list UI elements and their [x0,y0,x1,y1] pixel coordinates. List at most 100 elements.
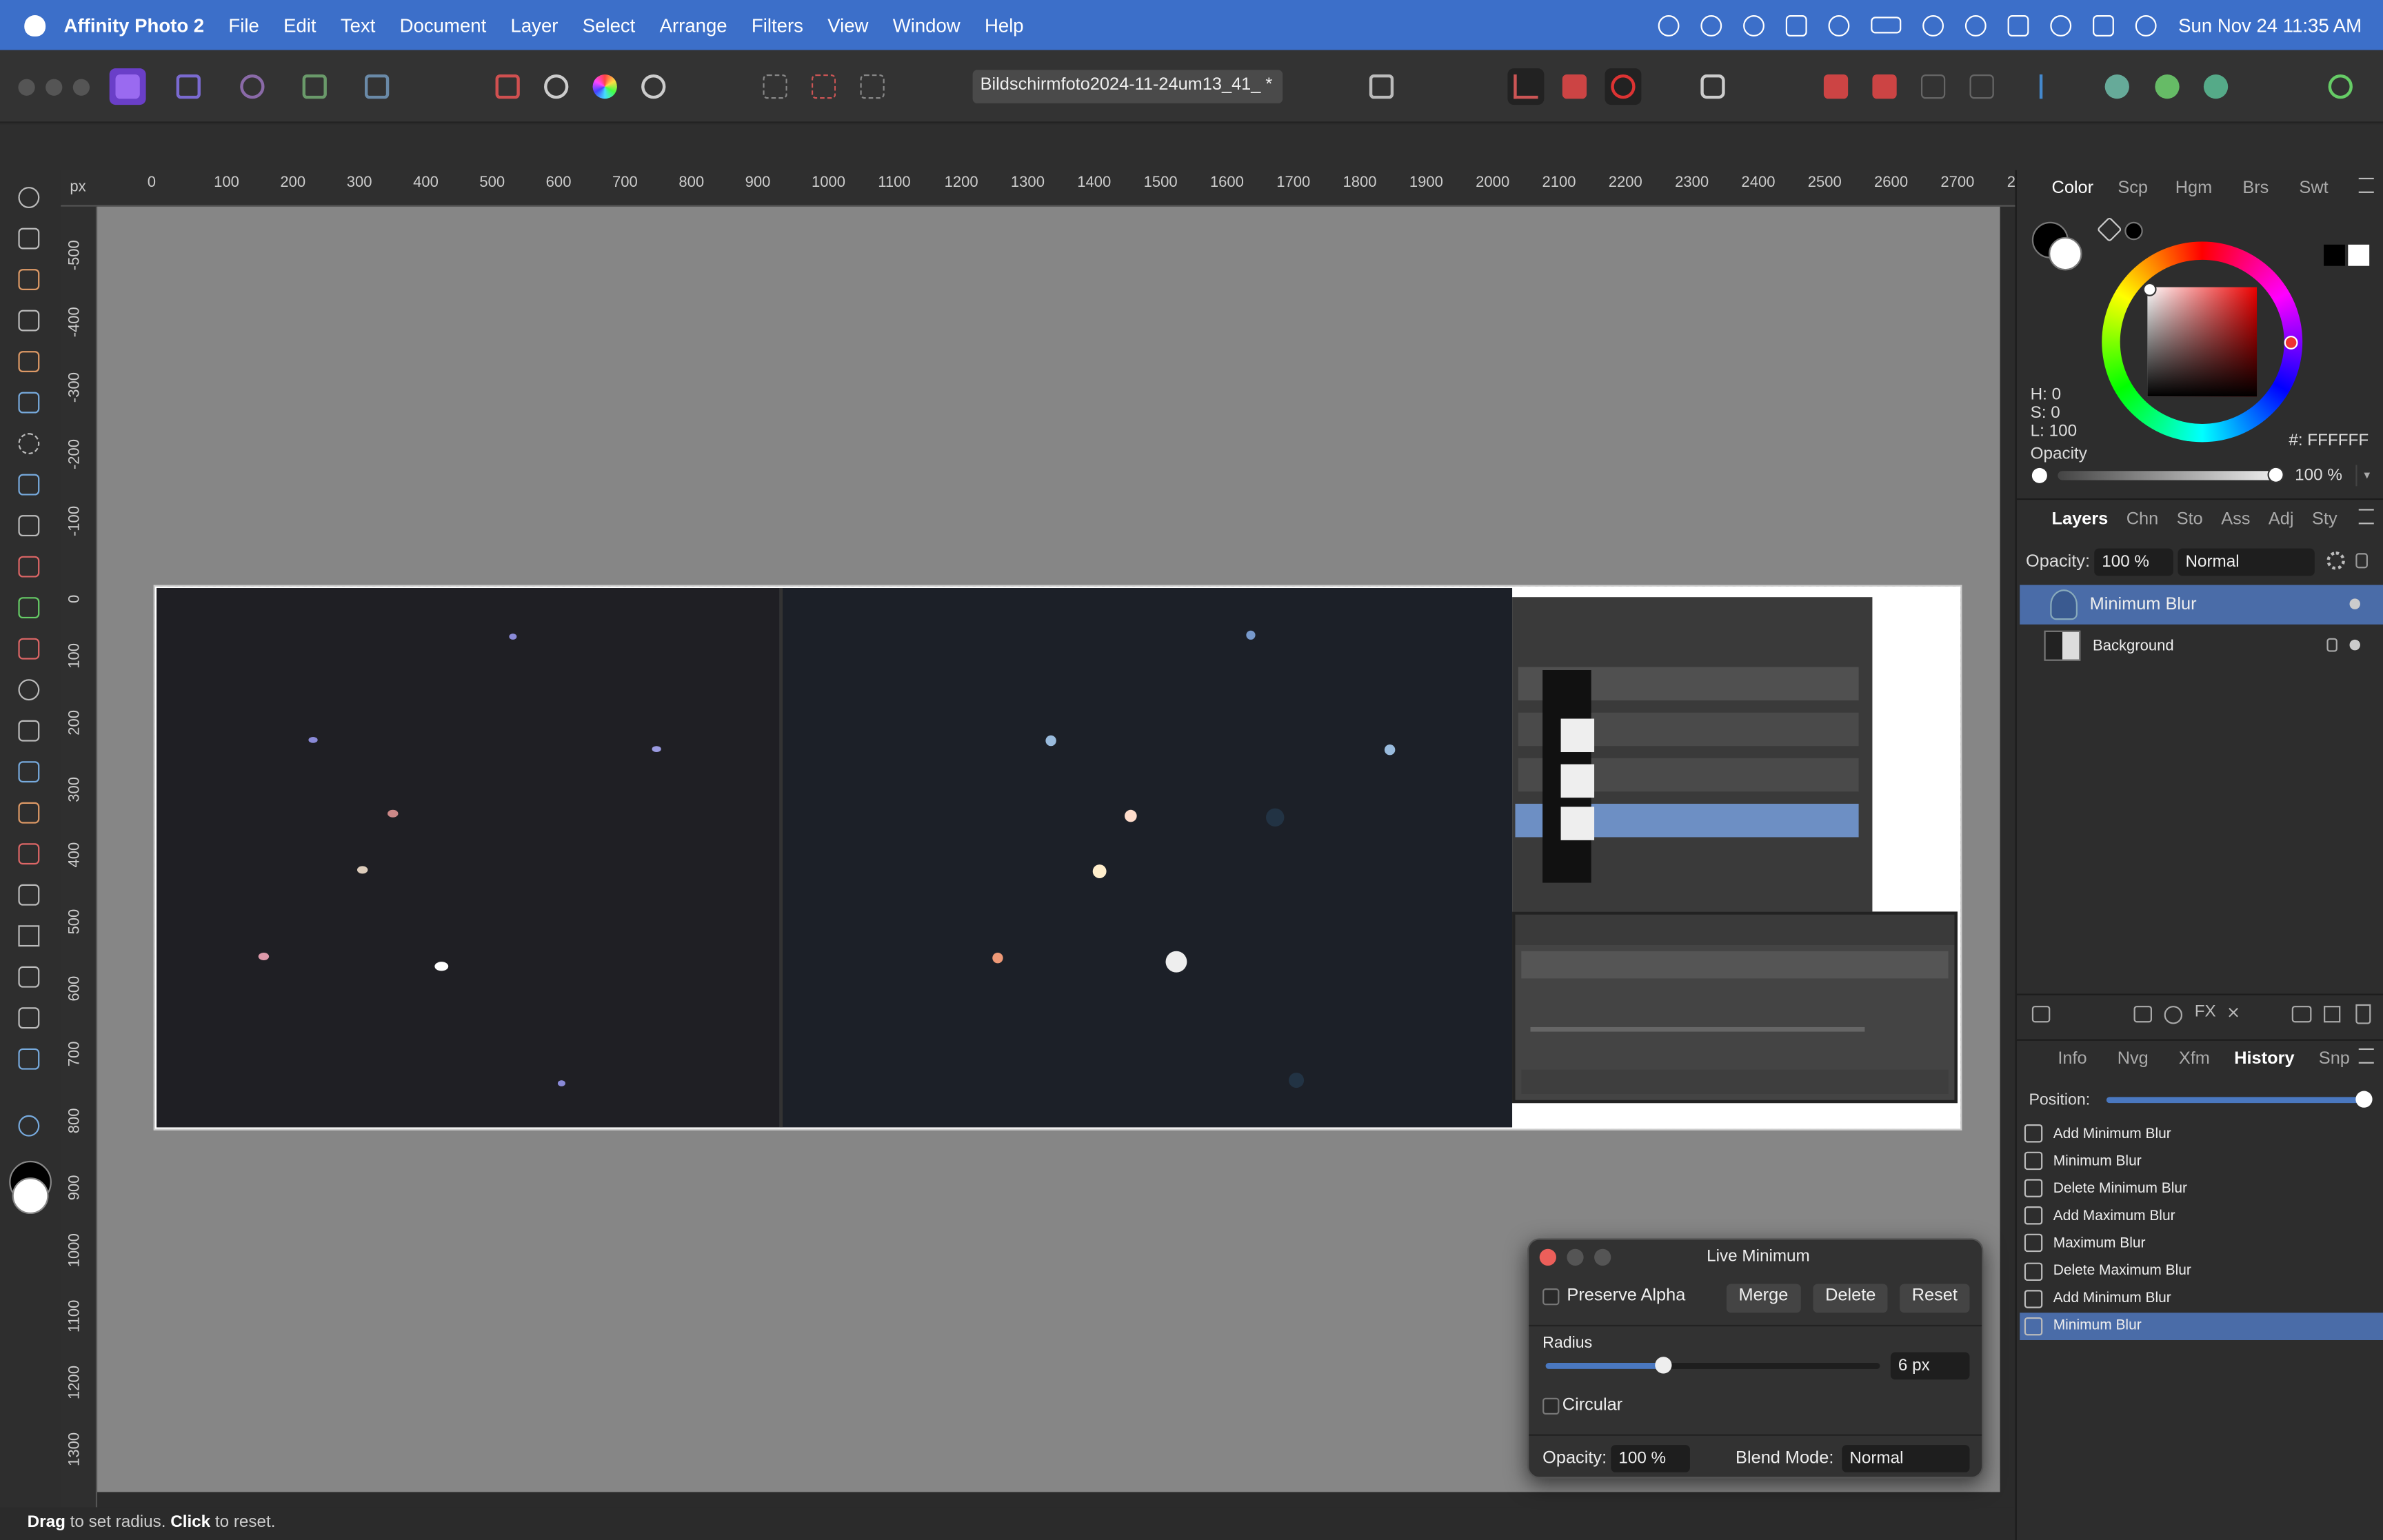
selection-mode-button[interactable] [757,68,794,105]
window-close-button[interactable] [18,79,35,96]
node-tool[interactable] [15,881,43,909]
menu-document[interactable]: Document [400,14,487,36]
crop-tool[interactable] [15,307,43,334]
clock-text[interactable]: Sun Nov 24 11:35 AM [2178,14,2362,36]
color-opacity-dropdown-icon[interactable]: ▾ [2355,465,2377,487]
menu-view[interactable]: View [827,14,868,36]
spotlight-search-icon[interactable] [2050,14,2072,36]
radius-slider-handle[interactable] [1655,1357,1672,1374]
tone-mapping-persona-button[interactable] [296,68,333,105]
menu-arrange[interactable]: Arrange [660,14,727,36]
tab-brushes[interactable]: Brs [2242,179,2269,197]
menu-select[interactable]: Select [583,14,636,36]
radius-field[interactable]: 6 px [1890,1352,1970,1380]
history-entry[interactable]: Maximum Blur [2020,1230,2383,1257]
document-tab[interactable]: Bildschirmfoto2024-11-24um13_41_ * [972,70,1283,103]
history-entry[interactable]: Minimum Blur [2020,1312,2383,1340]
tab-info[interactable]: Info [2058,1050,2087,1068]
tab-assets[interactable]: Ass [2221,511,2250,529]
status-clock-icon[interactable] [1829,14,1851,36]
menu-layer[interactable]: Layer [511,14,559,36]
history-position-slider[interactable] [2106,1091,2373,1108]
hue-handle[interactable] [2284,336,2298,349]
menu-edit[interactable]: Edit [283,14,316,36]
menu-window[interactable]: Window [893,14,961,36]
selection-brush-tool[interactable] [15,348,43,376]
move-by-whole-pixels-button[interactable] [1605,68,1642,105]
color-opacity-slider-handle[interactable] [2267,466,2284,483]
trash-icon[interactable] [2355,1004,2371,1024]
vertical-ruler[interactable]: -500 -400 -300 -200 -100 0 100 200 300 400 500 600 7… [61,206,98,1508]
history-position-handle[interactable] [2355,1091,2373,1108]
tab-navigator[interactable]: Nvg [2118,1050,2149,1068]
black-swatch[interactable] [2324,244,2345,266]
arrange-back-button[interactable] [1915,68,1951,105]
rectangle-tool[interactable] [15,922,43,950]
visibility-dot-icon[interactable] [2349,639,2360,651]
photo-persona-button[interactable] [109,68,146,105]
boolean-intersect-button[interactable] [2198,68,2234,105]
place-image-tool[interactable] [15,1045,43,1073]
dialog-zoom-button[interactable] [1594,1248,1611,1266]
tab-histogram[interactable]: Hgm [2175,179,2213,197]
picked-color-swatch[interactable] [2124,221,2143,241]
arrange-forward-button[interactable] [1867,68,1903,105]
status-heart-icon[interactable] [1701,14,1722,36]
tab-swatches-scope[interactable]: Scp [2118,179,2148,197]
layer-blend-mode-select[interactable]: Normal [2178,548,2315,576]
arrange-backward-button[interactable] [1964,68,2000,105]
auto-white-balance-button[interactable] [635,68,672,105]
saturation-lightness-square[interactable] [2147,287,2258,397]
flood-select-tool[interactable] [15,389,43,416]
live-filter-icon[interactable]: ⨯ [2226,1003,2240,1022]
mask-layer-icon[interactable] [2133,1006,2152,1023]
status-app-icon[interactable] [1658,14,1680,36]
auto-colors-button[interactable] [587,68,623,105]
secondary-color-swatch[interactable] [12,1177,49,1215]
history-entry[interactable]: Delete Maximum Blur [2020,1257,2383,1285]
color-picker-tool[interactable] [15,266,43,294]
user-account-button[interactable] [2322,68,2359,105]
menu-help[interactable]: Help [985,14,1024,36]
lock-icon[interactable] [2355,553,2368,569]
zoom-tool[interactable] [15,1112,43,1139]
dialog-minimize-button[interactable] [1567,1248,1584,1266]
layer-row-background[interactable]: Background [2020,626,2383,665]
color-opacity-value[interactable]: 100 % [2295,467,2342,485]
assistant-button[interactable] [1695,68,1731,105]
liquify-persona-button[interactable] [170,68,207,105]
group-folder-icon[interactable] [2291,1006,2312,1023]
document-page[interactable] [153,585,1962,1131]
move-tool[interactable] [15,225,43,252]
align-button[interactable] [2033,68,2070,105]
color-opacity-slider[interactable] [2058,466,2284,483]
dialog-close-button[interactable] [1539,1248,1556,1266]
blur-brush-tool[interactable] [15,758,43,786]
dialog-blend-mode-select[interactable]: Normal [1842,1445,1970,1472]
tab-transform[interactable]: Xfm [2179,1050,2210,1068]
flood-fill-tool[interactable] [15,471,43,498]
battery-icon[interactable] [1871,17,1902,34]
fx-icon[interactable]: FX [2195,1003,2216,1021]
export-persona-button[interactable] [359,68,395,105]
status-info-icon[interactable] [1743,14,1765,36]
radius-slider[interactable] [1545,1357,1880,1374]
menu-file[interactable]: File [228,14,259,36]
clone-brush-tool[interactable] [15,717,43,744]
panel-menu-icon[interactable] [2358,177,2374,193]
tab-adjustments[interactable]: Adj [2269,511,2294,529]
erase-brush-tool[interactable] [15,635,43,662]
user-icon[interactable] [1965,14,1987,36]
pixel-layer-icon[interactable] [2324,1006,2341,1023]
visibility-dot-icon[interactable] [2349,598,2360,609]
menu-filters[interactable]: Filters [752,14,803,36]
marquee-tool[interactable] [15,430,43,458]
tab-color[interactable]: Color [2052,179,2094,197]
color-replacement-tool[interactable] [15,594,43,622]
develop-persona-button[interactable] [234,68,270,105]
sl-handle[interactable] [2142,282,2157,296]
history-entry[interactable]: Minimum Blur [2020,1147,2383,1175]
history-entry[interactable]: Delete Minimum Blur [2020,1175,2383,1202]
history-entry[interactable]: Add Minimum Blur [2020,1285,2383,1313]
lock-icon[interactable] [2326,638,2337,652]
